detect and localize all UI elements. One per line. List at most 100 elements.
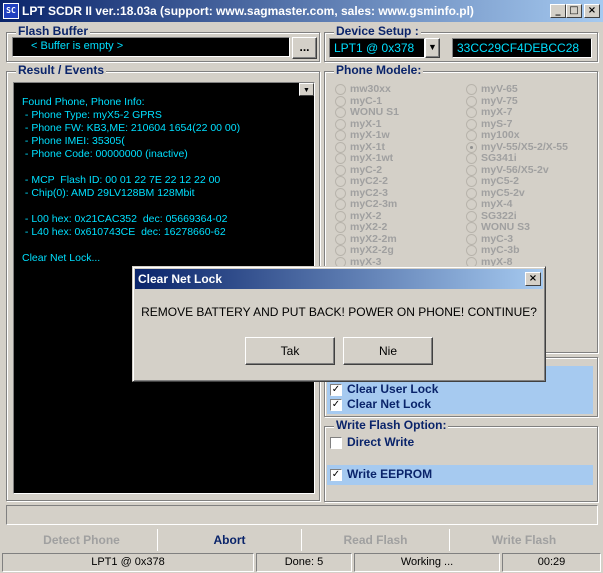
- phone-model-radio[interactable]: myX-1w: [335, 130, 460, 142]
- phone-model-label: myX2-2m: [350, 232, 397, 245]
- minimize-icon: _: [555, 5, 561, 16]
- phone-model-radio[interactable]: myC5-2: [466, 176, 594, 188]
- phone-model-label: myX2-2: [350, 221, 388, 234]
- phone-model-radio[interactable]: myV-56/X5-2v: [466, 164, 594, 177]
- phone-model-radio[interactable]: myC-2: [335, 164, 460, 177]
- phone-model-radio[interactable]: myX-7: [466, 107, 594, 119]
- phone-models-label: Phone Modele:: [334, 63, 424, 77]
- phone-model-radio[interactable]: myC2-3m: [335, 199, 460, 211]
- radio-icon: [335, 84, 346, 95]
- radio-icon: [335, 187, 346, 199]
- radio-icon: [335, 95, 346, 107]
- phone-model-radio[interactable]: myC-3b: [466, 245, 594, 257]
- phone-model-radio[interactable]: myV-75: [466, 95, 594, 108]
- dialog-title: Clear Net Lock: [138, 272, 223, 286]
- phone-model-label: myX-2: [350, 209, 382, 222]
- log-line: - Phone Type: myX5-2 GPRS: [22, 109, 162, 121]
- phone-model-radio[interactable]: myX2-2g: [335, 245, 460, 257]
- phone-model-label: myC5-2: [481, 175, 519, 188]
- phone-model-radio[interactable]: WONU S1: [335, 107, 460, 119]
- radio-icon: [466, 199, 477, 210]
- radio-icon: [466, 187, 477, 199]
- progress-bar: [6, 505, 598, 525]
- radio-icon: [335, 130, 346, 141]
- scroll-down-icon[interactable]: ▼: [299, 83, 314, 96]
- flash-buffer-field[interactable]: < Buffer is empty >: [12, 37, 290, 57]
- result-events-label: Result / Events: [16, 63, 107, 77]
- browse-button[interactable]: ...: [292, 37, 317, 59]
- abort-button[interactable]: Abort: [158, 529, 302, 551]
- phone-model-radio[interactable]: WONU S3: [466, 222, 594, 234]
- device-code-field[interactable]: 33CC29CF4DEBCC28: [452, 38, 592, 58]
- phone-model-label: my100x: [481, 129, 520, 142]
- phone-model-radio[interactable]: myX-1wt: [335, 153, 460, 165]
- phone-model-label: myX-4: [481, 198, 513, 211]
- radio-icon: [335, 118, 346, 130]
- yes-button[interactable]: Tak: [245, 337, 335, 365]
- check-icon: ✓: [330, 468, 342, 481]
- log-line: Found Phone, Phone Info:: [22, 96, 145, 108]
- close-button[interactable]: ×: [584, 4, 600, 18]
- write-eeprom-checkbox[interactable]: ✓ Write EEPROM: [330, 467, 432, 483]
- phone-model-radio[interactable]: myX2-2m: [335, 232, 460, 246]
- phone-model-radio[interactable]: mw30xx: [335, 84, 460, 96]
- check-icon: ✓: [330, 383, 342, 396]
- direct-write-checkbox[interactable]: Direct Write: [330, 435, 414, 451]
- status-time: 00:29: [502, 553, 601, 572]
- check-icon: ✓: [330, 398, 342, 411]
- phone-model-radio[interactable]: myX-4: [466, 199, 594, 211]
- phone-model-radio[interactable]: myX-1t: [335, 141, 460, 154]
- phone-model-radio[interactable]: myS-7: [466, 118, 594, 131]
- phone-model-radio[interactable]: myC-3: [466, 233, 594, 246]
- radio-icon: [335, 164, 346, 176]
- device-setup-label: Device Setup :: [334, 24, 421, 38]
- phone-model-radio[interactable]: myC2-2: [335, 176, 460, 188]
- log-scrollbar[interactable]: ▲ ▼: [299, 83, 314, 96]
- phone-model-radio[interactable]: SG322i: [466, 210, 594, 223]
- write-flash-button[interactable]: Write Flash: [450, 529, 598, 551]
- checkbox-empty-icon: [330, 436, 342, 449]
- clear-net-lock-label: Clear Net Lock: [347, 397, 432, 411]
- dialog-close-button[interactable]: ×: [525, 272, 541, 286]
- minimize-button[interactable]: _: [550, 4, 566, 18]
- clear-user-lock-label: Clear User Lock: [347, 382, 439, 396]
- phone-models-col1: mw30xx myC-1 WONU S1 myX-1 myX-1w myX-1t myX-1…: [335, 84, 460, 280]
- read-flash-button[interactable]: Read Flash: [302, 529, 450, 551]
- clear-net-lock-checkbox[interactable]: ✓ Clear Net Lock: [330, 397, 431, 413]
- phone-model-radio[interactable]: myX-2: [335, 209, 460, 223]
- phone-model-radio[interactable]: myV-65: [466, 84, 594, 96]
- radio-icon: [466, 222, 477, 233]
- radio-icon: [335, 107, 346, 118]
- maximize-icon: □: [569, 5, 579, 16]
- phone-model-radio[interactable]: myV-55/X5-2/X-55: [466, 141, 594, 154]
- app-icon[interactable]: SC: [3, 3, 19, 19]
- clear-user-lock-checkbox[interactable]: ✓ Clear User Lock: [330, 382, 438, 398]
- log-line: - L00 hex: 0x21CAC352 dec: 05669364-02: [22, 213, 228, 225]
- radio-icon: [335, 176, 346, 187]
- phone-model-radio[interactable]: myX-1: [335, 117, 460, 131]
- no-button[interactable]: Nie: [343, 337, 433, 365]
- log-line: - MCP Flash ID: 00 01 22 7E 22 12 22 00: [22, 174, 221, 186]
- phone-model-radio[interactable]: my100x: [466, 130, 594, 142]
- log-line: - Phone Code: 00000000 (inactive): [22, 148, 188, 160]
- phone-model-radio[interactable]: myX2-2: [335, 222, 460, 234]
- write-flash-label: Write Flash Option:: [334, 418, 449, 432]
- port-select[interactable]: LPT1 @ 0x378: [329, 38, 425, 58]
- phone-model-label: myX2-2g: [350, 244, 394, 257]
- detect-phone-button[interactable]: Detect Phone: [6, 529, 158, 551]
- phone-model-radio[interactable]: myC-1: [335, 95, 460, 108]
- radio-icon: [466, 245, 477, 256]
- phone-model-radio[interactable]: SG341i: [466, 153, 594, 165]
- maximize-button[interactable]: □: [566, 4, 582, 18]
- phone-model-radio[interactable]: myC2-3: [335, 187, 460, 200]
- phone-model-label: myX-1wt: [350, 152, 394, 165]
- port-dropdown-icon[interactable]: ▼: [425, 38, 440, 58]
- log-line: - L40 hex: 0x610743CE dec: 16278660-62: [22, 226, 226, 238]
- radio-icon: [335, 210, 346, 222]
- radio-icon: [335, 153, 346, 164]
- phone-model-label: myX-1: [350, 117, 382, 130]
- title-bar: SC LPT SCDR II ver.:18.03a (support: www…: [0, 0, 603, 22]
- phone-model-radio[interactable]: myC5-2v: [466, 187, 594, 200]
